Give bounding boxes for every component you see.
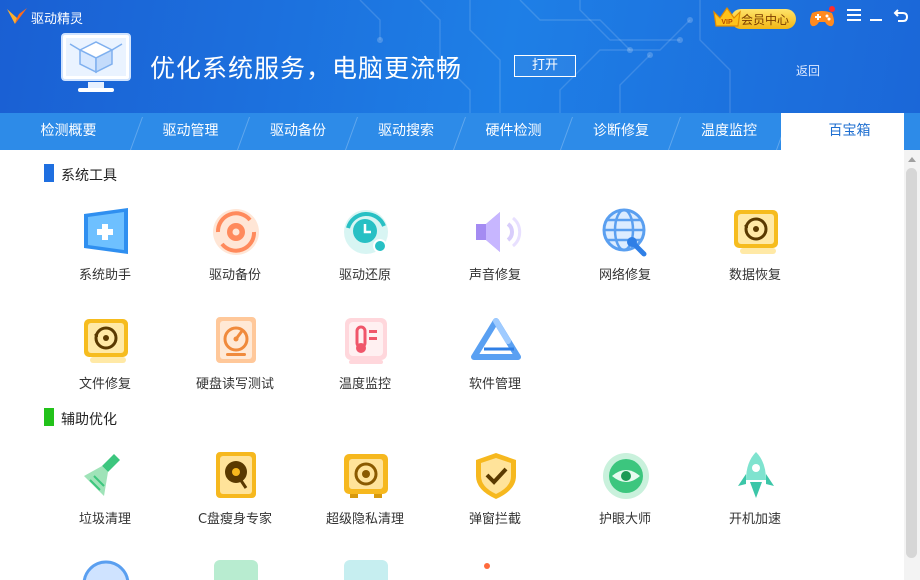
tab-driver-management[interactable]: 驱动管理 — [137, 113, 244, 150]
software-manager-icon — [471, 318, 521, 360]
section-label: 辅助优化 — [61, 412, 117, 428]
tool-eye-care[interactable]: 护眼大师 — [560, 450, 690, 550]
app-logo-icon — [7, 8, 27, 24]
tool-data-recovery[interactable]: 数据恢复 — [690, 206, 820, 306]
tool-label: 驱动还原 — [338, 268, 391, 283]
network-repair-icon — [602, 208, 647, 257]
tool-disk-speed-test[interactable]: 硬盘读写测试 — [170, 315, 300, 415]
next-row-icon-peek — [344, 560, 388, 580]
monitor-box-icon — [61, 33, 131, 92]
tab-driver-backup[interactable]: 驱动备份 — [244, 113, 352, 150]
section-label: 系统工具 — [61, 168, 117, 184]
tool-file-repair[interactable]: 文件修复 — [40, 315, 170, 415]
app-title: 驱动精灵 — [31, 12, 84, 27]
tool-label: 系统助手 — [78, 268, 131, 283]
exit-arrow-icon[interactable] — [892, 6, 910, 24]
tool-network-repair[interactable]: 网络修复 — [560, 206, 690, 306]
thermometer-icon — [345, 318, 387, 364]
menu-icon[interactable] — [845, 6, 863, 24]
scroll-up-arrow-icon[interactable] — [908, 156, 916, 162]
broom-icon — [84, 454, 120, 496]
back-link[interactable]: 返回 — [796, 62, 820, 79]
driver-restore-icon — [344, 210, 388, 254]
disk-speed-test-icon — [216, 317, 256, 363]
gamepad-icon[interactable] — [808, 5, 836, 29]
next-row-icon-peek — [214, 560, 258, 580]
tool-c-drive-slim[interactable]: C盘瘦身专家 — [170, 450, 300, 550]
tool-label: 文件修复 — [78, 377, 131, 392]
minimize-icon[interactable] — [867, 6, 885, 24]
tool-system-assistant[interactable]: 系统助手 — [40, 206, 170, 306]
tool-label: 声音修复 — [468, 268, 521, 283]
banner-headline: 优化系统服务，电脑更流畅 — [150, 54, 463, 83]
vip-center-label: 会员中心 — [741, 13, 790, 27]
file-repair-icon — [84, 319, 128, 363]
tool-junk-clean[interactable]: 垃圾清理 — [40, 450, 170, 550]
tab-overview[interactable]: 检测概要 — [0, 113, 137, 150]
data-recovery-icon — [734, 210, 778, 254]
tool-boot-speedup[interactable]: 开机加速 — [690, 450, 820, 550]
tab-hardware-detection[interactable]: 硬件检测 — [460, 113, 567, 150]
tool-label: 弹窗拦截 — [468, 512, 521, 527]
tool-label: 开机加速 — [728, 512, 781, 527]
c-drive-slim-icon — [216, 452, 256, 498]
app-header: 驱动精灵 优化系统服务，电脑更流畅 打开 返回 VIP 会员中心 — [0, 0, 920, 113]
tool-label: 温度监控 — [338, 377, 391, 392]
tool-label: 数据恢复 — [728, 268, 781, 283]
crown-icon: VIP — [713, 6, 741, 27]
tool-driver-backup[interactable]: 驱动备份 — [170, 206, 300, 306]
safe-icon — [344, 454, 388, 498]
section-accent-bar — [44, 164, 54, 182]
rocket-icon — [738, 452, 774, 498]
tool-label: 垃圾清理 — [78, 512, 131, 527]
tool-label: 硬盘读写测试 — [195, 377, 274, 392]
vip-center-button[interactable]: VIP 会员中心 — [711, 4, 796, 30]
tool-label: 驱动备份 — [208, 268, 261, 283]
eye-icon — [603, 453, 649, 499]
system-assistant-icon — [84, 208, 128, 254]
scrollbar-thumb[interactable] — [906, 168, 917, 558]
vip-badge-text: VIP — [721, 19, 733, 26]
next-row-icon-peek — [484, 563, 490, 569]
next-row-icon-peek — [82, 560, 130, 580]
main-tab-bar: 检测概要 驱动管理 驱动备份 驱动搜索 硬件检测 诊断修复 温度监控 百宝箱 — [0, 113, 920, 150]
tool-popup-block[interactable]: 弹窗拦截 — [430, 450, 560, 550]
shield-check-icon — [476, 453, 516, 499]
tab-diagnose-repair[interactable]: 诊断修复 — [567, 113, 675, 150]
open-button[interactable]: 打开 — [514, 55, 576, 77]
tool-label: 软件管理 — [468, 377, 521, 392]
tool-label: 护眼大师 — [598, 512, 651, 527]
section-accent-bar — [44, 408, 54, 426]
driver-backup-icon — [213, 209, 259, 255]
content-scrollbar[interactable] — [904, 150, 920, 580]
tool-temperature-monitor[interactable]: 温度监控 — [300, 315, 430, 415]
tool-sound-repair[interactable]: 声音修复 — [430, 206, 560, 306]
tool-driver-restore[interactable]: 驱动还原 — [300, 206, 430, 306]
tab-temperature-monitor[interactable]: 温度监控 — [675, 113, 783, 150]
toolbox-content: 系统工具 系统助手 驱动备份 驱动还原 声音修复 网络修复 数据恢复 文件修复 … — [0, 150, 904, 580]
tool-label: C盘瘦身专家 — [197, 512, 273, 527]
tab-driver-search[interactable]: 驱动搜索 — [352, 113, 460, 150]
tool-software-manager[interactable]: 软件管理 — [430, 315, 560, 415]
sound-repair-icon — [476, 212, 522, 252]
tab-toolbox[interactable]: 百宝箱 — [795, 113, 904, 150]
tool-label: 超级隐私清理 — [325, 512, 404, 527]
tool-privacy-clean[interactable]: 超级隐私清理 — [300, 450, 430, 550]
tool-label: 网络修复 — [598, 268, 651, 283]
